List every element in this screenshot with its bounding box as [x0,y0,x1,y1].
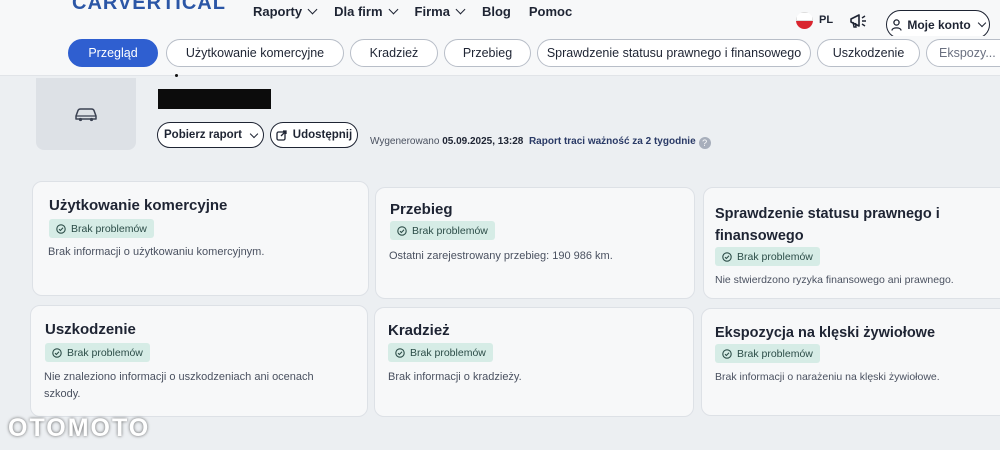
tab-uzytkowanie-komercyjne[interactable]: Użytkowanie komercyjne [166,39,344,67]
card-description: Nie znaleziono informacji o uszkodzeniac… [44,371,314,400]
badge-label: Brak problemów [412,224,488,237]
share-button[interactable]: Udostępnij [270,122,358,148]
nav-item-pomoc[interactable]: Pomoc [529,4,572,19]
status-badge: Brak problemów [388,343,493,362]
nav-label: Raporty [253,4,303,19]
badge-label: Brak problemów [737,347,813,360]
vehicle-thumbnail [36,78,136,150]
tab-uszkodzenie[interactable]: Uszkodzenie [817,39,920,67]
car-icon [75,108,97,122]
nav-label: Dla firm [334,4,383,19]
tab-przebieg[interactable]: Przebieg [444,39,531,67]
card-ekspozycja[interactable]: Ekspozycja na klęski żywiołowe Brak prob… [701,308,1000,416]
poland-flag-icon[interactable] [796,12,813,29]
nav-label: Blog [481,4,511,19]
tab-ekspozycja[interactable]: Ekspozy... [926,39,1000,67]
card-description: Brak informacji o narażeniu na klęski ży… [715,371,940,383]
account-label: Moje konto [907,17,971,32]
chevron-down-icon [977,18,986,28]
tab-status-prawny[interactable]: Sprawdzenie statusu prawnego i finansowe… [537,39,811,67]
account-button[interactable]: Moje konto [886,10,990,39]
card-przebieg[interactable]: Przebieg Brak problemów Ostatni zarejest… [375,187,695,299]
logo[interactable]: CARVERTICAL [72,0,226,15]
chevron-down-icon [388,4,398,15]
share-label: Udostępnij [292,129,353,141]
nav-item-raporty[interactable]: Raporty [253,4,318,19]
card-title: Ekspozycja na klęski żywiołowe [715,325,936,341]
validity-text: Raport traci ważność za 2 tygodnie [528,136,696,147]
card-title: Sprawdzenie statusu prawnego i finansowe… [715,206,940,244]
nav-item-dla-firm[interactable]: Dla firm [334,4,398,19]
top-nav: CARVERTICAL Raporty Dla firm Firma Blog … [0,0,1000,39]
share-icon [276,129,287,141]
card-description: Nie stwierdzono ryzyka finansowego ani p… [715,274,954,286]
check-circle-icon [52,347,62,358]
chevron-down-icon [249,129,259,138]
nav-item-firma[interactable]: Firma [414,4,466,19]
chevron-down-icon [455,4,466,15]
generation-info: Wygenerowano 05.09.2025, 13:28 Raport tr… [370,136,711,149]
card-title: Przebieg [390,201,453,218]
check-circle-icon [722,251,732,262]
badge-label: Brak problemów [67,346,143,359]
check-circle-icon [395,347,405,358]
card-title: Użytkowanie komercyjne [49,197,228,214]
generated-date: 05.09.2025, 13:28 [442,136,524,147]
status-badge: Brak problemów [715,247,820,266]
otomoto-watermark: OTOMOTO [8,414,151,442]
badge-label: Brak problemów [737,250,813,263]
nav-item-blog[interactable]: Blog [482,4,511,19]
redaction-dot [175,74,178,77]
generated-prefix: Wygenerowano [370,136,440,147]
card-title: Uszkodzenie [45,321,136,338]
status-badge: Brak problemów [390,221,495,240]
check-circle-icon [56,223,66,234]
card-description: Brak informacji o użytkowaniu komercyjny… [48,246,265,258]
card-title: Kradzież [388,322,450,339]
status-badge: Brak problemów [715,344,820,363]
user-icon [891,18,902,31]
card-kradziez[interactable]: Kradzież Brak problemów Brak informacji … [374,307,694,417]
card-uzytkowanie-komercyjne[interactable]: Użytkowanie komercyjne Brak problemów Br… [32,181,369,296]
help-icon[interactable]: ? [698,137,711,149]
card-description: Ostatni zarejestrowany przebieg: 190 986… [389,250,613,262]
card-uszkodzenie[interactable]: Uszkodzenie Brak problemów Nie znalezion… [30,305,368,417]
card-status-prawny[interactable]: Sprawdzenie statusu prawnego i finansowe… [703,187,1000,299]
download-label: Pobierz raport [164,129,242,141]
nav-label: Firma [414,4,450,19]
tab-kradziez[interactable]: Kradzież [350,39,438,67]
tab-przeglad[interactable]: Przegląd [68,39,158,67]
nav-menu: Raporty Dla firm Firma Blog Pomoc [253,4,572,19]
language-label[interactable]: PL [819,14,833,26]
nav-label: Pomoc [528,4,573,19]
check-circle-icon [397,225,407,236]
redacted-vehicle-name [158,89,271,109]
badge-label: Brak problemów [410,346,486,359]
megaphone-icon[interactable] [848,12,868,30]
download-report-button[interactable]: Pobierz raport [157,122,264,148]
chevron-down-icon [307,4,318,15]
section-tabs: Przegląd Użytkowanie komercyjne Kradzież… [0,36,1000,76]
card-description: Brak informacji o kradzieży. [388,371,522,383]
status-badge: Brak problemów [49,219,154,238]
badge-label: Brak problemów [71,222,147,235]
status-badge: Brak problemów [45,343,150,362]
check-circle-icon [722,348,732,359]
